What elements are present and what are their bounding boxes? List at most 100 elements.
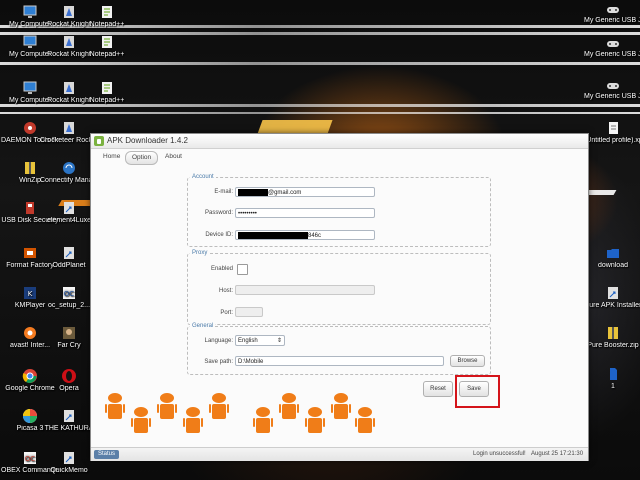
reset-button[interactable]: Reset bbox=[423, 381, 453, 397]
desktop-icon-label: My Generic USB Joystic... bbox=[584, 93, 640, 100]
proxy-host-label: Host: bbox=[218, 288, 233, 294]
password-field[interactable]: ••••••••• bbox=[235, 208, 375, 218]
proxy-port-field[interactable] bbox=[235, 307, 263, 317]
svg-text:K: K bbox=[28, 290, 33, 298]
opera-icon bbox=[62, 369, 76, 383]
email-value: @gmail.com bbox=[268, 190, 302, 196]
email-label: E-mail: bbox=[214, 189, 233, 195]
obex-icon: OC bbox=[24, 452, 36, 464]
desktop-icon-label: Notepad++ bbox=[89, 21, 125, 28]
tab-home[interactable]: Home bbox=[97, 151, 126, 163]
save-path-field[interactable]: D:\Mobile bbox=[235, 356, 444, 366]
computer-icon bbox=[23, 81, 37, 94]
device-id-value: 846c bbox=[308, 233, 322, 239]
oc-setup-icon: OC bbox=[63, 287, 75, 299]
device-id-field[interactable]: 846c bbox=[235, 230, 375, 240]
password-label: Password: bbox=[204, 210, 233, 216]
folder-icon bbox=[607, 249, 619, 258]
desktop-icon[interactable]: My Generic USB Joystick bbox=[584, 0, 640, 25]
desktop-icon[interactable]: Notepad++ bbox=[78, 4, 136, 29]
zip-icon bbox=[608, 327, 618, 339]
tab-bar: Home Option About bbox=[91, 149, 588, 165]
shortcut-icon bbox=[64, 452, 74, 464]
wallpaper-shape bbox=[257, 120, 333, 134]
desktop-icon[interactable]: Pure Booster.zip bbox=[584, 325, 640, 350]
shortcut-icon bbox=[64, 247, 74, 259]
notepadpp-icon bbox=[102, 82, 112, 94]
tab-about[interactable]: About bbox=[159, 151, 188, 163]
android-logo-banner bbox=[105, 393, 375, 433]
spinner-arrows-icon: ⇕ bbox=[276, 338, 282, 344]
desktop-icon-label: download bbox=[598, 262, 628, 269]
desktop-icon[interactable]: My Generic USB Joystic... bbox=[584, 76, 640, 101]
desktop-icon-label: Pure APK Installer bbox=[584, 302, 640, 309]
connectify-icon bbox=[63, 162, 75, 174]
desktop-icon-label: (Untitled profile).xpa... bbox=[584, 137, 640, 144]
screen-stripe bbox=[0, 62, 640, 65]
desktop-icon[interactable]: 1 bbox=[584, 366, 640, 391]
tab-option[interactable]: Option bbox=[125, 151, 159, 165]
apk-downloader-window: APK Downloader 1.4.2 Home Option About A… bbox=[90, 133, 589, 461]
desktop-icon[interactable]: My Generic USB Joystic... bbox=[584, 34, 640, 59]
desktop-icon[interactable]: Notepad++ bbox=[78, 34, 136, 59]
chrome-icon bbox=[22, 369, 37, 383]
proxy-legend: Proxy bbox=[190, 249, 210, 257]
password-value: ••••••••• bbox=[238, 211, 257, 217]
desktop-icon-label: Notepad++ bbox=[89, 51, 125, 58]
far-cry-icon bbox=[63, 327, 75, 339]
shortcut-icon bbox=[64, 202, 74, 214]
joystick-icon bbox=[607, 7, 619, 13]
format-factory-icon bbox=[24, 248, 36, 258]
shortcut-icon bbox=[608, 287, 618, 299]
desktop-icon-label: Pure Booster.zip bbox=[587, 342, 639, 349]
proxy-enabled-label: Enabled bbox=[210, 266, 233, 272]
account-legend: Account bbox=[190, 173, 216, 181]
window-title: APK Downloader 1.4.2 bbox=[107, 136, 188, 145]
options-panel: Account E-mail: @gmail.com Password: •••… bbox=[91, 166, 588, 446]
computer-icon bbox=[23, 35, 37, 48]
desktop-icon[interactable]: Pure APK Installer bbox=[584, 285, 640, 310]
highlight-box bbox=[455, 375, 500, 408]
proxy-port-label: Port: bbox=[220, 310, 233, 316]
desktop-icon[interactable]: download bbox=[584, 245, 640, 270]
device-id-label: Device ID: bbox=[205, 232, 233, 238]
winzip-icon bbox=[25, 162, 35, 174]
android-logo bbox=[105, 393, 375, 433]
rocket-knight-icon bbox=[64, 82, 74, 94]
desktop-icon[interactable]: (Untitled profile).xpa... bbox=[584, 120, 640, 145]
email-field[interactable]: @gmail.com bbox=[235, 187, 375, 197]
svg-text:OC: OC bbox=[64, 290, 75, 298]
desktop-icon-label: My Generic USB Joystic... bbox=[584, 51, 640, 58]
language-label: Language: bbox=[204, 338, 233, 344]
shortcut-icon bbox=[64, 410, 74, 422]
desktop-icon-label: My Generic USB Joystick bbox=[584, 17, 640, 24]
proxy-enabled-checkbox[interactable] bbox=[237, 264, 248, 275]
desktop-icon-label: Notepad++ bbox=[89, 97, 125, 104]
rocket-knight-icon bbox=[64, 6, 74, 18]
general-group: General bbox=[187, 322, 491, 375]
android-app-icon bbox=[94, 136, 104, 146]
login-status-text: Login unsuccessful! bbox=[473, 451, 526, 457]
status-bar: Status Login unsuccessful! August 25 17:… bbox=[91, 447, 588, 461]
language-value: English bbox=[238, 338, 258, 344]
title-bar[interactable]: APK Downloader 1.4.2 bbox=[91, 134, 588, 149]
notepadpp-icon bbox=[102, 6, 112, 18]
svg-text:OC: OC bbox=[25, 455, 36, 463]
daemon-tools-icon bbox=[24, 122, 36, 134]
rocket-knight-icon bbox=[64, 122, 74, 134]
status-badge: Status bbox=[94, 450, 120, 459]
desktop-icon[interactable]: Notepad++ bbox=[78, 80, 136, 105]
file-icon bbox=[610, 368, 617, 380]
general-legend: General bbox=[190, 322, 216, 330]
joystick-icon bbox=[607, 83, 619, 89]
computer-icon bbox=[23, 5, 37, 18]
proxy-host-field[interactable] bbox=[235, 285, 375, 295]
language-select[interactable]: English ⇕ bbox=[235, 335, 285, 346]
kmplayer-icon: K bbox=[24, 287, 36, 299]
browse-button[interactable]: Browse bbox=[450, 355, 485, 367]
screen-stripe bbox=[0, 112, 640, 114]
avast-icon bbox=[24, 327, 36, 339]
joystick-icon bbox=[607, 41, 619, 47]
usb-disk-security-icon bbox=[26, 202, 34, 214]
redaction bbox=[238, 231, 308, 239]
